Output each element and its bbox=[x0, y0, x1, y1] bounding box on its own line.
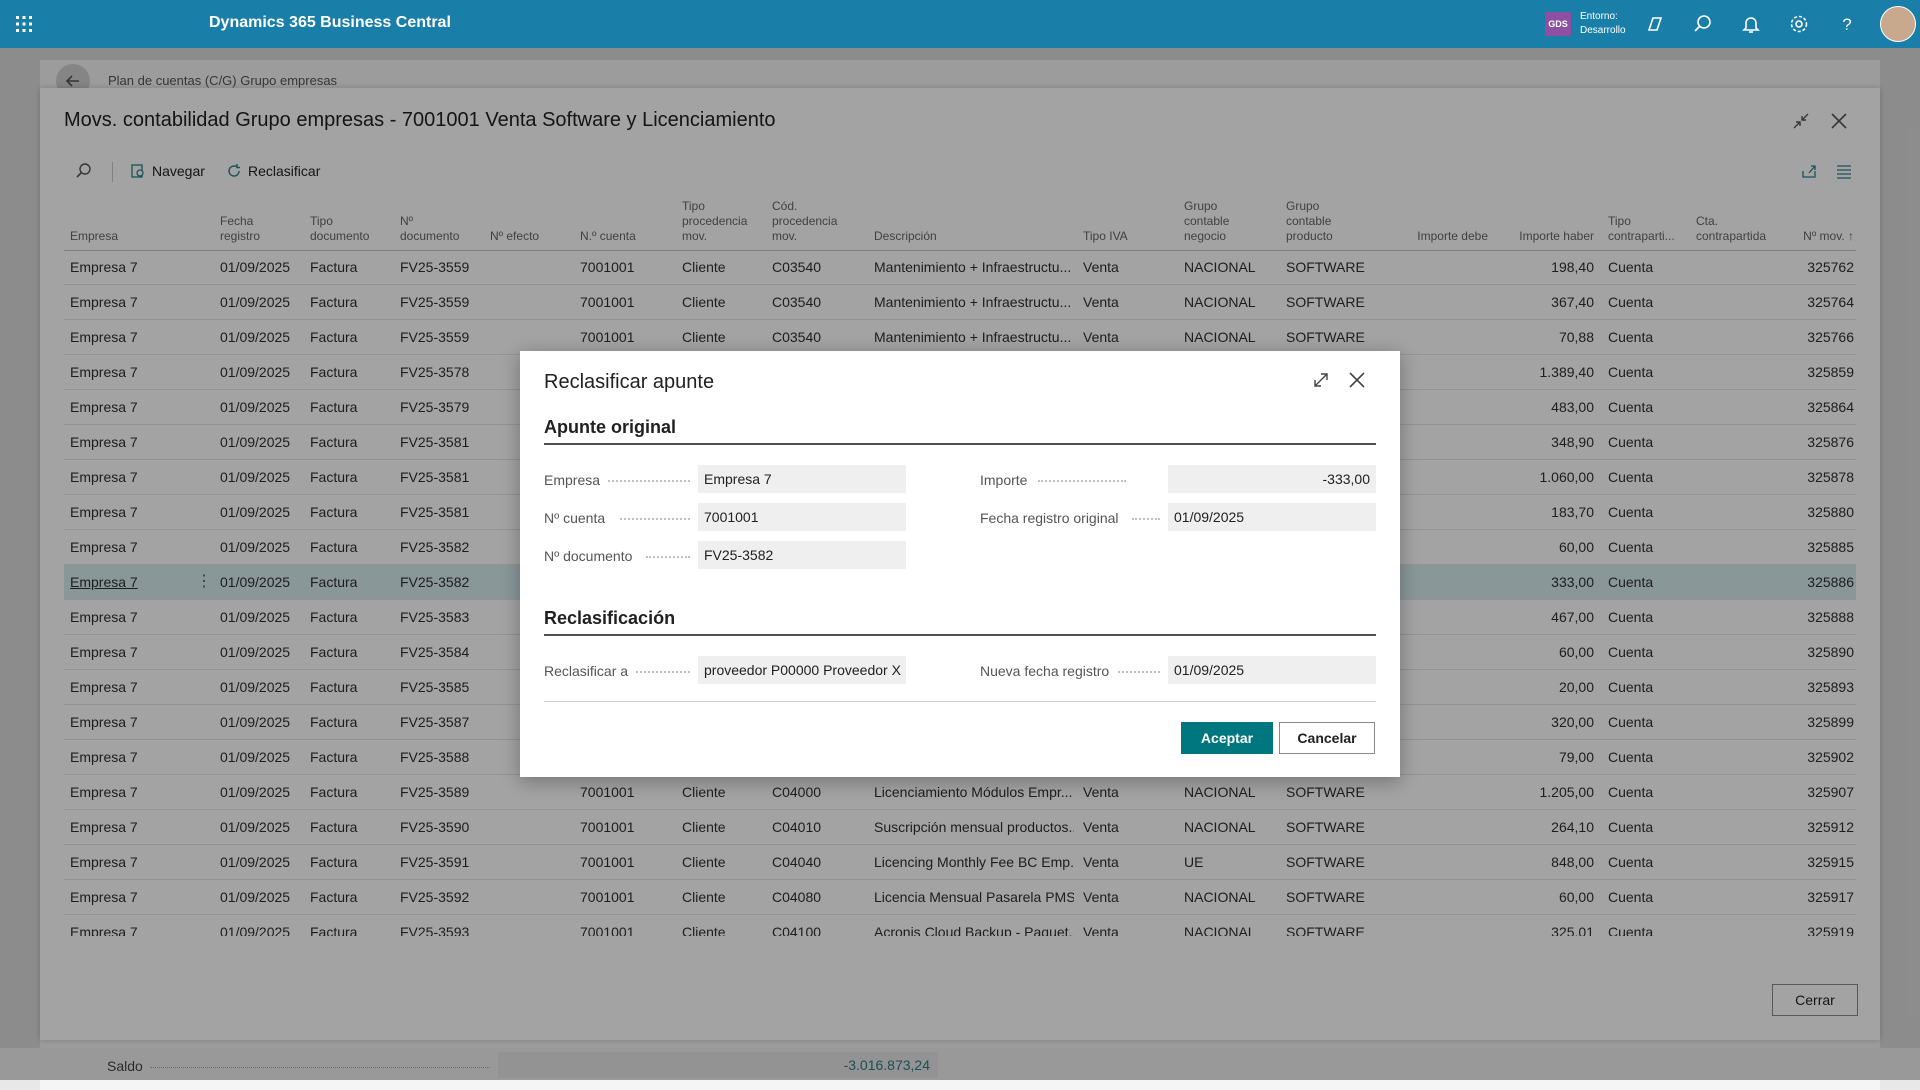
reclassify-dialog: Reclasificar apunte Apunte original Empr… bbox=[520, 351, 1400, 777]
fecha-original-field[interactable]: 01/09/2025 bbox=[1168, 503, 1376, 531]
nueva-fecha-label: Nueva fecha registro bbox=[980, 663, 1110, 679]
label-dots bbox=[646, 556, 690, 558]
close-icon[interactable] bbox=[1346, 369, 1368, 391]
label-dots bbox=[636, 671, 690, 673]
expand-icon[interactable] bbox=[1310, 369, 1332, 391]
empresa-field[interactable]: Empresa 7 bbox=[698, 465, 906, 493]
section-original-title: Apunte original bbox=[544, 417, 676, 437]
dialog-footer-divider bbox=[544, 701, 1376, 702]
environment-info[interactable]: Entorno: Desarrollo bbox=[1580, 10, 1626, 38]
label-dots bbox=[1038, 480, 1126, 482]
dialog-title: Reclasificar apunte bbox=[544, 371, 715, 393]
waffle-icon[interactable] bbox=[12, 12, 36, 36]
top-bar: Dynamics 365 Business Central GDS Entorn… bbox=[0, 0, 1920, 48]
label-dots bbox=[620, 518, 690, 520]
svg-text:?: ? bbox=[1842, 15, 1851, 34]
cuenta-field[interactable]: 7001001 bbox=[698, 503, 906, 531]
label-dots bbox=[1118, 671, 1160, 673]
avatar[interactable] bbox=[1880, 6, 1916, 42]
importe-field[interactable]: -333,00 bbox=[1168, 465, 1376, 493]
section-divider bbox=[544, 443, 1376, 445]
help-icon[interactable]: ? bbox=[1835, 12, 1859, 36]
section-divider bbox=[544, 634, 1376, 636]
reclasificar-a-label: Reclasificar a bbox=[544, 663, 629, 679]
env-label: Entorno: bbox=[1580, 11, 1618, 22]
empresa-label: Empresa bbox=[544, 472, 601, 488]
env-value: Desarrollo bbox=[1580, 25, 1626, 36]
label-dots bbox=[1132, 518, 1160, 520]
documento-field[interactable]: FV25-3582 bbox=[698, 541, 906, 569]
documento-label: Nº documento bbox=[544, 548, 633, 564]
company-badge[interactable]: GDS bbox=[1545, 12, 1571, 36]
bell-icon[interactable] bbox=[1739, 12, 1763, 36]
cuenta-label: Nº cuenta bbox=[544, 510, 606, 526]
cancel-button[interactable]: Cancelar bbox=[1279, 722, 1375, 754]
importe-label: Importe bbox=[980, 472, 1028, 488]
search-icon[interactable] bbox=[1691, 12, 1715, 36]
section-reclass-title: Reclasificación bbox=[544, 608, 676, 628]
reclasificar-a-field[interactable]: proveedor P00000 Proveedor X bbox=[698, 656, 906, 684]
label-dots bbox=[608, 480, 690, 482]
copilot-icon[interactable] bbox=[1643, 12, 1667, 36]
gear-icon[interactable] bbox=[1787, 12, 1811, 36]
accept-button[interactable]: Aceptar bbox=[1181, 722, 1273, 754]
fecha-original-label: Fecha registro original bbox=[980, 510, 1119, 526]
nueva-fecha-field[interactable]: 01/09/2025 bbox=[1168, 656, 1376, 684]
app-title[interactable]: Dynamics 365 Business Central bbox=[209, 14, 451, 32]
